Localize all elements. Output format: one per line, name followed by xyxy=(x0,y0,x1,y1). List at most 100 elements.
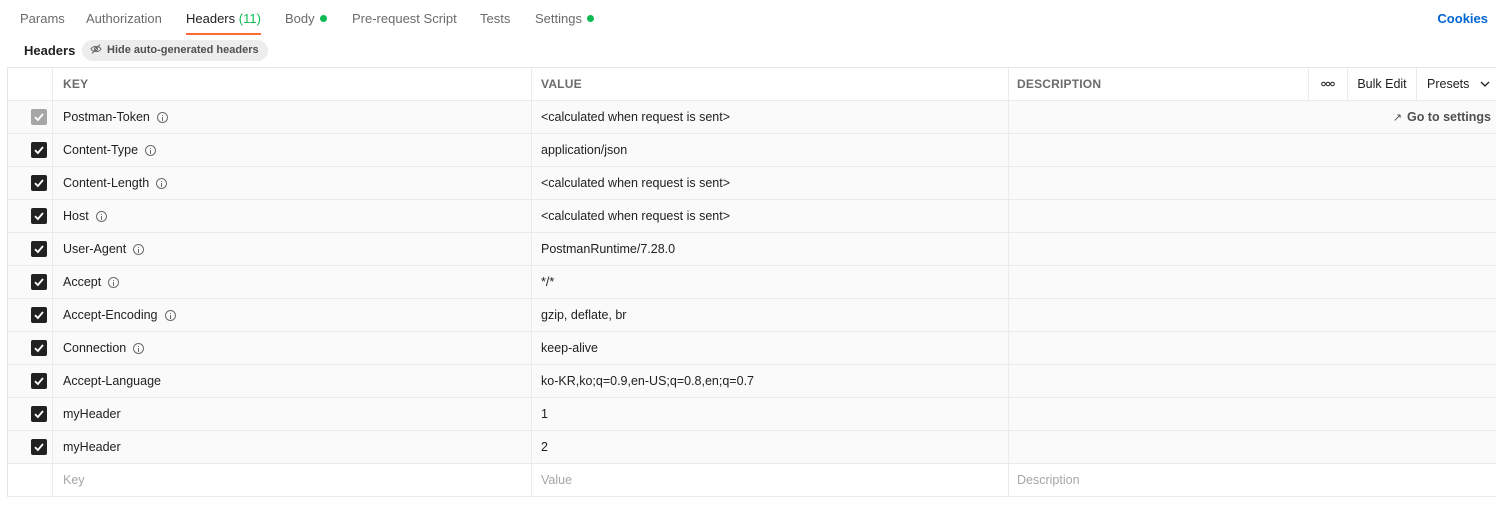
presets-label: Presets xyxy=(1427,77,1470,91)
table-row: Host <calculated when request is sent> xyxy=(8,200,1496,233)
table-row: Content-Length <calculated when request i… xyxy=(8,167,1496,200)
request-tabs: Params Authorization Headers (11) Body P… xyxy=(0,0,1496,37)
header-value-cell[interactable]: <calculated when request is sent> xyxy=(531,167,1008,199)
header-key-cell[interactable]: Accept-Language xyxy=(52,365,531,397)
header-description-cell[interactable] xyxy=(1008,431,1496,463)
header-key-cell[interactable]: Connection xyxy=(52,332,531,364)
table-row: Postman-Token <calculated when request is… xyxy=(8,101,1496,134)
header-value-cell[interactable]: gzip, deflate, br xyxy=(531,299,1008,331)
row-checkbox[interactable] xyxy=(31,373,47,389)
hide-auto-generated-headers-button[interactable]: Hide auto-generated headers xyxy=(82,40,268,61)
info-icon[interactable] xyxy=(145,145,157,156)
header-value-cell[interactable]: */* xyxy=(531,266,1008,298)
header-description-cell[interactable] xyxy=(1008,398,1496,430)
header-key-cell[interactable]: myHeader xyxy=(52,431,531,463)
tab-pre-request-script[interactable]: Pre-request Script xyxy=(352,0,457,35)
headers-table: KEY VALUE DESCRIPTION Bulk Edit Presets … xyxy=(7,67,1496,497)
new-description-input[interactable]: Description xyxy=(1008,464,1496,496)
tab-authorization[interactable]: Authorization xyxy=(86,0,162,35)
presets-dropdown[interactable]: Presets xyxy=(1416,68,1496,100)
header-key: Connection xyxy=(63,341,127,355)
header-key: Accept-Language xyxy=(63,374,161,388)
row-checkbox xyxy=(31,109,47,125)
header-key: Host xyxy=(63,209,89,223)
info-icon[interactable] xyxy=(156,112,168,123)
row-check-cell xyxy=(8,431,52,463)
header-description-cell[interactable] xyxy=(1008,134,1496,166)
header-description-cell[interactable] xyxy=(1008,332,1496,364)
modified-dot-icon xyxy=(319,15,327,22)
row-checkbox[interactable] xyxy=(31,274,47,290)
info-icon[interactable] xyxy=(164,310,176,321)
go-to-settings-link[interactable]: ↗ Go to settings xyxy=(1393,101,1491,134)
chevron-down-icon xyxy=(1480,81,1490,87)
header-value-cell[interactable]: <calculated when request is sent> xyxy=(531,200,1008,232)
tab-label: Headers xyxy=(186,11,236,26)
tab-settings[interactable]: Settings xyxy=(535,0,594,35)
row-checkbox[interactable] xyxy=(31,406,47,422)
new-key-input[interactable]: Key xyxy=(52,464,531,496)
header-description-cell[interactable] xyxy=(1008,266,1496,298)
column-header-value: VALUE xyxy=(531,68,1008,100)
more-options-button[interactable] xyxy=(1308,68,1347,100)
header-key: myHeader xyxy=(63,407,121,421)
bulk-edit-button[interactable]: Bulk Edit xyxy=(1347,68,1416,100)
new-value-input[interactable]: Value xyxy=(531,464,1008,496)
row-checkbox[interactable] xyxy=(31,307,47,323)
info-icon[interactable] xyxy=(133,244,145,255)
header-description-cell[interactable] xyxy=(1008,200,1496,232)
info-icon[interactable] xyxy=(133,343,145,354)
header-value-cell[interactable]: keep-alive xyxy=(531,332,1008,364)
header-key-cell[interactable]: User-Agent xyxy=(52,233,531,265)
header-value-cell[interactable]: PostmanRuntime/7.28.0 xyxy=(531,233,1008,265)
header-description-cell[interactable] xyxy=(1008,365,1496,397)
header-description-cell[interactable] xyxy=(1008,167,1496,199)
tab-label: Pre-request Script xyxy=(352,11,457,26)
row-checkbox[interactable] xyxy=(31,340,47,356)
tab-body[interactable]: Body xyxy=(285,0,327,35)
header-key-cell[interactable]: Postman-Token xyxy=(52,101,531,133)
header-key-cell[interactable]: Content-Type xyxy=(52,134,531,166)
eye-off-icon xyxy=(90,42,102,54)
header-key-cell[interactable]: myHeader xyxy=(52,398,531,430)
row-check-cell xyxy=(8,167,52,199)
header-key: Content-Length xyxy=(63,176,150,190)
tab-label: Params xyxy=(20,11,65,26)
row-checkbox[interactable] xyxy=(31,241,47,257)
header-key-cell[interactable]: Accept-Encoding xyxy=(52,299,531,331)
row-checkbox[interactable] xyxy=(31,439,47,455)
row-checkbox[interactable] xyxy=(31,208,47,224)
column-header-key: KEY xyxy=(52,68,531,100)
header-key: Accept xyxy=(63,275,102,289)
header-key-cell[interactable]: Content-Length xyxy=(52,167,531,199)
header-check-column xyxy=(8,68,52,100)
table-row: Accept */* xyxy=(8,266,1496,299)
header-value-cell[interactable]: 1 xyxy=(531,398,1008,430)
info-icon[interactable] xyxy=(156,178,168,189)
header-description-cell[interactable] xyxy=(1008,233,1496,265)
table-row: Connection keep-alive xyxy=(8,332,1496,365)
row-checkbox[interactable] xyxy=(31,175,47,191)
tab-headers[interactable]: Headers (11) xyxy=(186,0,261,35)
tab-params[interactable]: Params xyxy=(20,0,65,35)
header-value-cell[interactable]: <calculated when request is sent> xyxy=(531,101,1008,133)
header-key-cell[interactable]: Host xyxy=(52,200,531,232)
tab-label: Body xyxy=(285,11,315,26)
arrow-up-right-icon: ↗ xyxy=(1392,112,1402,124)
table-row: User-Agent PostmanRuntime/7.28.0 xyxy=(8,233,1496,266)
header-value-cell[interactable]: ko-KR,ko;q=0.9,en-US;q=0.8,en;q=0.7 xyxy=(531,365,1008,397)
header-key-cell[interactable]: Accept xyxy=(52,266,531,298)
table-row: Accept-Encoding gzip, deflate, br xyxy=(8,299,1496,332)
header-value-cell[interactable]: application/json xyxy=(531,134,1008,166)
row-check-cell xyxy=(8,365,52,397)
info-icon[interactable] xyxy=(108,277,120,288)
cookies-link[interactable]: Cookies xyxy=(1437,0,1488,37)
tab-tests[interactable]: Tests xyxy=(480,0,510,35)
header-description-cell[interactable] xyxy=(1008,299,1496,331)
new-row: Key Value Description xyxy=(8,464,1496,497)
header-key: myHeader xyxy=(63,440,121,454)
info-icon[interactable] xyxy=(95,211,107,222)
row-check-cell xyxy=(8,299,52,331)
row-checkbox[interactable] xyxy=(31,142,47,158)
header-value-cell[interactable]: 2 xyxy=(531,431,1008,463)
